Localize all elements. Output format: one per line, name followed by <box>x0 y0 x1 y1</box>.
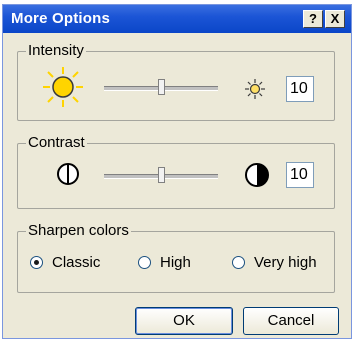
contrast-low-icon <box>57 163 79 185</box>
contrast-high-icon <box>245 163 269 187</box>
title-bar[interactable]: More Options ? X <box>3 5 351 33</box>
contrast-group: Contrast 10 <box>17 134 335 209</box>
intensity-slider-thumb[interactable] <box>157 79 165 95</box>
radio-classic-label: Classic <box>52 254 101 271</box>
contrast-group-label: Contrast <box>26 134 87 151</box>
more-options-dialog: More Options ? X Intensity 10 Contrast 1… <box>2 4 352 339</box>
sharpen-colors-group: Sharpen colors Classic High Very high <box>17 222 335 293</box>
radio-classic-indicator[interactable] <box>30 256 43 269</box>
sun-small-icon <box>245 79 265 99</box>
intensity-group: Intensity 10 <box>17 42 335 121</box>
sharpen-colors-label: Sharpen colors <box>26 222 131 239</box>
help-button[interactable]: ? <box>303 10 323 28</box>
intensity-group-label: Intensity <box>26 42 86 59</box>
ok-button[interactable]: OK <box>135 307 233 335</box>
contrast-slider-thumb[interactable] <box>157 167 165 183</box>
intensity-value-field[interactable]: 10 <box>286 76 314 102</box>
radio-very-high[interactable]: Very high <box>232 254 317 271</box>
window-title: More Options <box>11 10 111 27</box>
close-button[interactable]: X <box>325 10 345 28</box>
radio-high-indicator[interactable] <box>138 256 151 269</box>
radio-high[interactable]: High <box>138 254 191 271</box>
radio-very-high-label: Very high <box>254 254 317 271</box>
sun-large-icon <box>43 67 83 107</box>
radio-classic[interactable]: Classic <box>30 254 100 271</box>
radio-very-high-indicator[interactable] <box>232 256 245 269</box>
contrast-value-field[interactable]: 10 <box>286 162 314 188</box>
radio-high-label: High <box>160 254 191 271</box>
cancel-button[interactable]: Cancel <box>243 307 339 335</box>
